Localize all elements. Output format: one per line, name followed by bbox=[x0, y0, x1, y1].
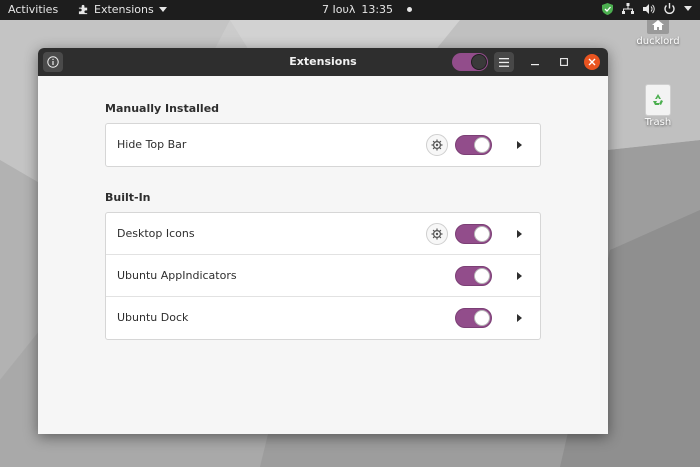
chevron-down-icon bbox=[158, 6, 167, 12]
expand-button[interactable] bbox=[512, 268, 528, 284]
clock[interactable]: 7 Ιουλ 13:35 bbox=[322, 3, 413, 16]
extension-settings-button[interactable] bbox=[426, 134, 448, 156]
trash-label: Trash bbox=[644, 117, 672, 128]
header-bar[interactable]: Extensions bbox=[38, 48, 608, 76]
extension-name: Desktop Icons bbox=[117, 227, 195, 240]
toggle-knob bbox=[474, 310, 490, 326]
section-title-manually-installed: Manually Installed bbox=[105, 102, 220, 115]
activities-button[interactable]: Activities bbox=[8, 3, 58, 16]
maximize-icon bbox=[560, 58, 568, 66]
window-title: Extensions bbox=[289, 55, 357, 68]
clock-date: 7 Ιουλ bbox=[322, 3, 356, 16]
extension-name: Hide Top Bar bbox=[117, 138, 187, 151]
extension-row[interactable]: Desktop Icons bbox=[106, 213, 540, 255]
app-menu-label: Extensions bbox=[94, 3, 154, 16]
extension-toggle[interactable] bbox=[455, 266, 492, 286]
chevron-right-icon bbox=[517, 141, 522, 149]
network-icon[interactable] bbox=[622, 3, 634, 15]
chevron-right-icon bbox=[517, 314, 522, 322]
built-in-list: Desktop Icons Ubuntu AppIndicators Ubunt… bbox=[105, 212, 541, 340]
close-button[interactable] bbox=[584, 54, 600, 70]
manually-installed-list: Hide Top Bar bbox=[105, 123, 541, 167]
toggle-knob bbox=[474, 226, 490, 242]
desktop-trash[interactable]: Trash bbox=[636, 84, 680, 128]
trash-icon bbox=[645, 84, 671, 116]
desktop-home-folder[interactable]: ducklord bbox=[630, 16, 686, 47]
gear-icon bbox=[431, 228, 443, 240]
system-tray[interactable] bbox=[602, 3, 692, 15]
chevron-right-icon bbox=[517, 230, 522, 238]
expand-button[interactable] bbox=[512, 226, 528, 242]
minimize-icon bbox=[531, 64, 539, 66]
extension-toggle[interactable] bbox=[455, 135, 492, 155]
extension-toggle[interactable] bbox=[455, 224, 492, 244]
shield-icon[interactable] bbox=[602, 3, 613, 15]
extension-row[interactable]: Ubuntu AppIndicators bbox=[106, 255, 540, 297]
extension-settings-button[interactable] bbox=[426, 223, 448, 245]
expand-button[interactable] bbox=[512, 137, 528, 153]
extensions-window: Extensions Manually Installed Hide Top B… bbox=[38, 48, 608, 434]
extension-row[interactable]: Hide Top Bar bbox=[106, 124, 540, 166]
minimize-button[interactable] bbox=[527, 54, 543, 70]
chevron-down-icon[interactable] bbox=[684, 6, 692, 12]
puzzle-icon bbox=[78, 4, 88, 15]
notification-dot bbox=[407, 7, 413, 12]
extension-name: Ubuntu AppIndicators bbox=[117, 269, 237, 282]
extension-row[interactable]: Ubuntu Dock bbox=[106, 297, 540, 339]
toggle-knob bbox=[474, 268, 490, 284]
toggle-knob bbox=[471, 54, 487, 70]
volume-icon[interactable] bbox=[643, 3, 655, 15]
toggle-knob bbox=[474, 137, 490, 153]
section-title-built-in: Built-In bbox=[105, 191, 151, 204]
extensions-master-toggle[interactable] bbox=[452, 53, 488, 71]
close-icon bbox=[588, 58, 596, 66]
info-icon bbox=[47, 56, 59, 68]
app-menu[interactable]: Extensions bbox=[78, 3, 167, 16]
expand-button[interactable] bbox=[512, 310, 528, 326]
extension-name: Ubuntu Dock bbox=[117, 311, 189, 324]
about-button[interactable] bbox=[43, 52, 63, 72]
hamburger-icon bbox=[499, 57, 509, 67]
maximize-button[interactable] bbox=[556, 54, 572, 70]
extension-toggle[interactable] bbox=[455, 308, 492, 328]
home-folder-label: ducklord bbox=[636, 36, 680, 47]
chevron-right-icon bbox=[517, 272, 522, 280]
gear-icon bbox=[431, 139, 443, 151]
clock-time: 13:35 bbox=[361, 3, 394, 16]
top-bar: Activities Extensions 7 Ιουλ 13:35 bbox=[0, 0, 700, 20]
main-menu-button[interactable] bbox=[494, 52, 514, 72]
power-icon[interactable] bbox=[664, 3, 675, 15]
